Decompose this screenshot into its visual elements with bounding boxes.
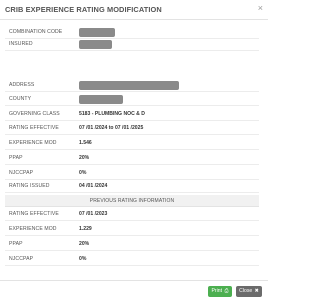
field-value: 0% bbox=[79, 170, 87, 176]
prev-row-njccpap: NJCCPAP 0% bbox=[5, 254, 259, 266]
modal-body: COMBINATION CODE INSURED ADDRESS COUNTY … bbox=[0, 21, 268, 275]
field-value: 07 /01 /2023 bbox=[79, 211, 108, 217]
prev-row-experience-mod: EXPERIENCE MOD 1.229 bbox=[5, 224, 259, 236]
section-label: PREVIOUS RATING INFORMATION bbox=[89, 198, 175, 204]
close-button-label: Close bbox=[239, 288, 253, 294]
field-row-county: COUNTY bbox=[5, 94, 259, 106]
field-value: 20% bbox=[79, 155, 90, 161]
field-value: 5183 - PLUMBING NOC & D bbox=[79, 111, 145, 117]
field-value: 0% bbox=[79, 256, 87, 262]
field-row-experience-mod: EXPERIENCE MOD 1.546 bbox=[5, 138, 259, 150]
field-label: EXPERIENCE MOD bbox=[9, 226, 57, 232]
prev-row-ppap: PPAP 20% bbox=[5, 239, 259, 251]
field-value: 1.546 bbox=[79, 140, 92, 146]
prev-row-rating-effective: RATING EFFECTIVE 07 /01 /2023 bbox=[5, 209, 259, 221]
field-row-rating-effective: RATING EFFECTIVE 07 /01 /2024 to 07 /01 … bbox=[5, 123, 259, 135]
field-row-address: ADDRESS bbox=[5, 80, 259, 92]
redacted-value bbox=[79, 28, 115, 37]
field-row-njccpap: NJCCPAP 0% bbox=[5, 168, 259, 180]
field-label: COUNTY bbox=[9, 96, 32, 102]
redacted-value bbox=[79, 95, 123, 104]
print-button[interactable]: Print ⎙ bbox=[208, 286, 232, 297]
redacted-value bbox=[79, 81, 179, 90]
field-label: RATING ISSUED bbox=[9, 183, 50, 189]
field-label: PPAP bbox=[9, 241, 23, 247]
field-value: 07 /01 /2024 to 07 /01 /2025 bbox=[79, 125, 144, 131]
field-value: 04 /01 /2024 bbox=[79, 183, 108, 189]
field-label: RATING EFFECTIVE bbox=[9, 125, 59, 131]
printer-icon: ⎙ bbox=[224, 288, 229, 294]
field-label: ADDRESS bbox=[9, 82, 35, 88]
field-label: GOVERNING CLASS bbox=[9, 111, 60, 117]
close-icon[interactable]: × bbox=[258, 4, 263, 13]
field-label: NJCCPAP bbox=[9, 170, 34, 176]
field-label: PPAP bbox=[9, 155, 23, 161]
modal-footer: Print ⎙ Close ✖ bbox=[0, 280, 268, 300]
field-label: NJCCPAP bbox=[9, 256, 34, 262]
modal-header: CRIB EXPERIENCE RATING MODIFICATION × bbox=[0, 0, 268, 20]
previous-rating-section-header: PREVIOUS RATING INFORMATION bbox=[5, 195, 259, 207]
field-value: 1.229 bbox=[79, 226, 92, 232]
field-row-rating-issued: RATING ISSUED 04 /01 /2024 bbox=[5, 181, 259, 193]
close-button[interactable]: Close ✖ bbox=[236, 286, 262, 297]
redacted-value bbox=[79, 40, 112, 49]
field-row-governing-class: GOVERNING CLASS 5183 - PLUMBING NOC & D bbox=[5, 109, 259, 121]
rating-modal: CRIB EXPERIENCE RATING MODIFICATION × CO… bbox=[0, 0, 268, 300]
field-row-insured: INSURED bbox=[5, 39, 259, 51]
field-label: RATING EFFECTIVE bbox=[9, 211, 59, 217]
field-label: EXPERIENCE MOD bbox=[9, 140, 57, 146]
field-row-combination-code: COMBINATION CODE bbox=[5, 27, 259, 39]
field-label: COMBINATION CODE bbox=[9, 29, 63, 35]
field-value: 20% bbox=[79, 241, 90, 247]
field-label: INSURED bbox=[9, 41, 33, 47]
modal-title: CRIB EXPERIENCE RATING MODIFICATION bbox=[5, 5, 162, 14]
close-icon: ✖ bbox=[254, 288, 259, 294]
field-row-ppap: PPAP 20% bbox=[5, 153, 259, 165]
print-button-label: Print bbox=[211, 288, 223, 294]
